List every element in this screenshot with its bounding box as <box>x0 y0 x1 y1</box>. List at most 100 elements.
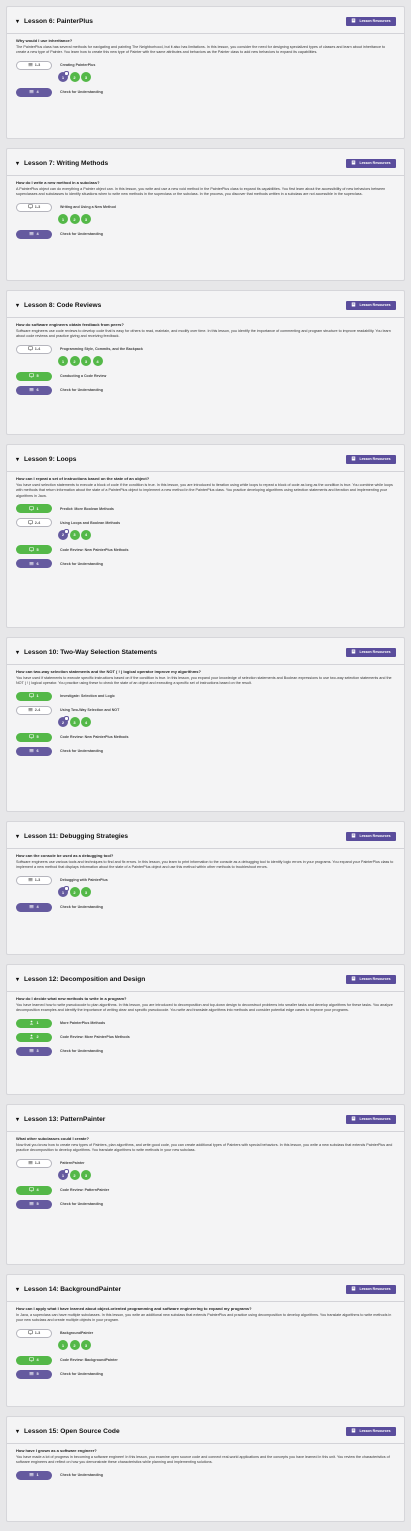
activity-step-bubble[interactable]: 4 <box>81 529 91 540</box>
activity-step-bubble[interactable]: 3 <box>81 214 91 225</box>
activity-step-bubble[interactable]: 2 <box>69 1170 80 1181</box>
lesson-resources-button[interactable]: Lesson Resources <box>346 300 396 310</box>
chevron-down-icon[interactable]: ▾ <box>16 1116 24 1123</box>
activity-label[interactable]: Check for Understanding <box>60 905 103 909</box>
activity-step-bubble[interactable]: 2 <box>58 528 69 540</box>
activity-step-bubble[interactable]: 3 <box>81 72 91 83</box>
activity-row[interactable]: 1-3 Writing and Using a New Method <box>16 202 396 212</box>
activity-label[interactable]: Check for Understanding <box>60 562 103 566</box>
lesson-header[interactable]: ▾ Lesson 8: Code Reviews Lesson Resources <box>16 297 396 313</box>
activity-pill[interactable]: 6 <box>16 559 52 569</box>
activity-step-bubble[interactable]: 1 <box>58 214 68 225</box>
activity-step-bubble[interactable]: 3 <box>81 356 91 367</box>
activity-pill[interactable]: 6 <box>16 746 52 756</box>
activity-pill[interactable]: 4 <box>16 1185 52 1195</box>
activity-label[interactable]: Check for Understanding <box>60 232 103 236</box>
lesson-header[interactable]: ▾ Lesson 11: Debugging Strategies Lesson R… <box>16 828 396 844</box>
lesson-resources-button[interactable]: Lesson Resources <box>346 831 396 841</box>
activity-row[interactable]: 1 Predict: More Boolean Methods <box>16 504 396 514</box>
activity-pill[interactable]: 5 <box>16 371 52 381</box>
activity-step-bubble[interactable]: 4 <box>92 356 103 367</box>
activity-pill[interactable]: 1-3 <box>16 60 52 70</box>
chevron-down-icon[interactable]: ▾ <box>16 456 24 463</box>
activity-row[interactable]: 1-3 BackgroundPainter <box>16 1328 396 1338</box>
activity-step-bubble[interactable]: 2 <box>69 1340 80 1351</box>
lesson-title[interactable]: ▾ Lesson 13: PatternPainter <box>16 1116 105 1123</box>
activity-row[interactable]: 4 Check for Understanding <box>16 902 396 912</box>
activity-pill[interactable]: 1 <box>16 504 52 514</box>
activity-label[interactable]: Code Review: New PainterPlus Methods <box>60 735 129 739</box>
activity-pill[interactable]: 4 <box>16 902 52 912</box>
activity-row[interactable]: 5 Check for Understanding <box>16 1199 396 1209</box>
activity-row[interactable]: 5 Code Review: New PainterPlus Methods <box>16 545 396 555</box>
activity-pill[interactable]: 5 <box>16 1369 52 1379</box>
activity-label[interactable]: Debugging with PainterPlus <box>60 878 108 882</box>
lesson-header[interactable]: ▾ Lesson 9: Loops Lesson Resources <box>16 451 396 467</box>
lesson-title[interactable]: ▾ Lesson 10: Two-Way Selection Statements <box>16 649 157 656</box>
activity-pill[interactable]: 1-3 <box>16 202 52 212</box>
activity-row[interactable]: 1-3 Debugging with PainterPlus <box>16 875 396 885</box>
activity-pill[interactable]: 5 <box>16 545 52 555</box>
activity-label[interactable]: Code Review: New PainterPlus Methods <box>60 548 129 552</box>
lesson-header[interactable]: ▾ Lesson 15: Open Source Code Lesson Resou… <box>16 1423 396 1439</box>
activity-label[interactable]: Check for Understanding <box>60 388 103 392</box>
activity-step-bubble[interactable]: 2 <box>69 72 80 83</box>
activity-pill[interactable]: 1-3 <box>16 1328 52 1338</box>
lesson-header[interactable]: ▾ Lesson 12: Decomposition and Design Less… <box>16 971 396 987</box>
lesson-title[interactable]: ▾ Lesson 12: Decomposition and Design <box>16 976 145 983</box>
activity-row[interactable]: 4 Code Review: BackgroundPainter <box>16 1355 396 1365</box>
lesson-resources-button[interactable]: Lesson Resources <box>346 1114 396 1124</box>
activity-label[interactable]: Programming Style, Commits, and the Back… <box>60 347 143 351</box>
chevron-down-icon[interactable]: ▾ <box>16 976 24 983</box>
activity-label[interactable]: Check for Understanding <box>60 90 103 94</box>
activity-row[interactable]: 4 Check for Understanding <box>16 87 396 97</box>
activity-step-bubble[interactable]: 3 <box>69 529 80 540</box>
activity-label[interactable]: Code Review: PatternPainter <box>60 1188 109 1192</box>
chevron-down-icon[interactable]: ▾ <box>16 1428 24 1435</box>
chevron-down-icon[interactable]: ▾ <box>16 649 24 656</box>
lesson-title[interactable]: ▾ Lesson 9: Loops <box>16 456 76 463</box>
activity-label[interactable]: Check for Understanding <box>60 1202 103 1206</box>
activity-pill[interactable]: 6 <box>16 385 52 395</box>
chevron-down-icon[interactable]: ▾ <box>16 160 24 167</box>
activity-row[interactable]: 1 More PainterPlus Methods <box>16 1018 396 1028</box>
activity-label[interactable]: Creating PainterPlus <box>60 63 95 67</box>
lesson-resources-button[interactable]: Lesson Resources <box>346 974 396 984</box>
activity-step-bubble[interactable]: 1 <box>58 356 68 367</box>
activity-label[interactable]: Code Review: BackgroundPainter <box>60 1358 118 1362</box>
activity-row[interactable]: 2-4 Using Loops and Boolean Methods <box>16 518 396 528</box>
activity-label[interactable]: Conducting a Code Review <box>60 374 106 378</box>
lesson-header[interactable]: ▾ Lesson 10: Two-Way Selection Statements… <box>16 644 396 660</box>
activity-pill[interactable]: 5 <box>16 1199 52 1209</box>
activity-row[interactable]: 1-3 Creating PainterPlus <box>16 60 396 70</box>
activity-step-bubble[interactable]: 2 <box>69 887 80 898</box>
activity-pill[interactable]: 4 <box>16 1355 52 1365</box>
lesson-header[interactable]: ▾ Lesson 14: BackgroundPainter Lesson Reso… <box>16 1281 396 1297</box>
lesson-resources-button[interactable]: Lesson Resources <box>346 454 396 464</box>
activity-row[interactable]: 5 Code Review: New PainterPlus Methods <box>16 732 396 742</box>
activity-pill[interactable]: 5 <box>16 732 52 742</box>
activity-pill[interactable]: 1-3 <box>16 875 52 885</box>
activity-label[interactable]: Code Review: More PainterPlus Methods <box>60 1035 130 1039</box>
activity-pill[interactable]: 2-4 <box>16 705 52 715</box>
activity-label[interactable]: Check for Understanding <box>60 1049 103 1053</box>
lesson-title[interactable]: ▾ Lesson 15: Open Source Code <box>16 1428 120 1435</box>
lesson-header[interactable]: ▾ Lesson 7: Writing Methods Lesson Resourc… <box>16 155 396 171</box>
activity-pill[interactable]: 1-3 <box>16 1158 52 1168</box>
activity-pill[interactable]: 4 <box>16 229 52 239</box>
activity-row[interactable]: 6 Check for Understanding <box>16 385 396 395</box>
activity-label[interactable]: BackgroundPainter <box>60 1331 93 1335</box>
activity-label[interactable]: Using Two-Way Selection and NOT <box>60 708 119 712</box>
activity-row[interactable]: 2-4 Using Two-Way Selection and NOT <box>16 705 396 715</box>
lesson-title[interactable]: ▾ Lesson 6: PainterPlus <box>16 18 93 25</box>
activity-step-bubble[interactable]: 4 <box>81 717 91 728</box>
activity-pill[interactable]: 4 <box>16 87 52 97</box>
activity-pill[interactable]: 3 <box>16 1046 52 1056</box>
activity-pill[interactable]: 2-4 <box>16 518 52 528</box>
activity-pill[interactable]: 1 <box>16 691 52 701</box>
activity-row[interactable]: 6 Check for Understanding <box>16 559 396 569</box>
activity-row[interactable]: 1 Investigate: Selection and Logic <box>16 691 396 701</box>
activity-pill[interactable]: 1-4 <box>16 344 52 354</box>
activity-label[interactable]: Check for Understanding <box>60 1372 103 1376</box>
chevron-down-icon[interactable]: ▾ <box>16 1286 24 1293</box>
